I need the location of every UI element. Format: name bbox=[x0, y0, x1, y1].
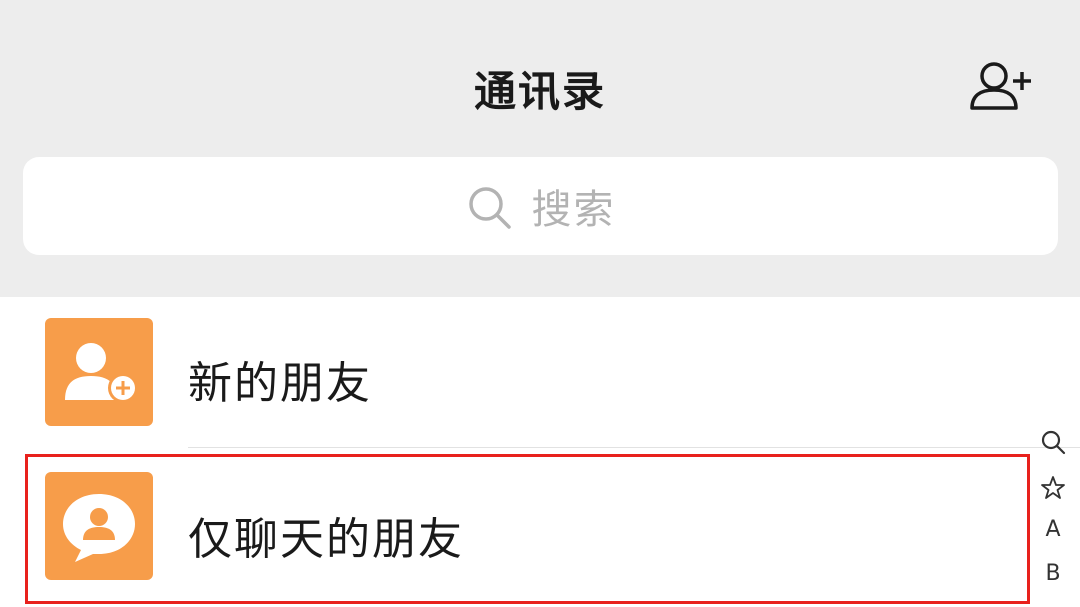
chat-only-friend-icon bbox=[45, 472, 153, 580]
list-item-label: 新的朋友 bbox=[188, 358, 372, 409]
index-letter-a[interactable]: A bbox=[1035, 517, 1071, 557]
search-placeholder: 搜索 bbox=[531, 187, 616, 233]
contacts-list: 新的朋友 仅聊天的朋友 bbox=[0, 297, 1080, 607]
add-contact-button[interactable] bbox=[966, 56, 1038, 120]
page-title: 通讯录 bbox=[473, 67, 606, 116]
search-icon bbox=[468, 187, 511, 229]
index-letter-b[interactable]: B bbox=[1035, 561, 1071, 601]
search-icon bbox=[1041, 430, 1066, 455]
index-star[interactable] bbox=[1035, 471, 1071, 511]
new-friend-icon bbox=[45, 318, 153, 426]
list-item-new-friends[interactable]: 新的朋友 bbox=[0, 297, 1080, 452]
search-inner: 搜索 bbox=[23, 157, 1058, 255]
divider bbox=[188, 447, 1080, 448]
index-search[interactable] bbox=[1035, 425, 1071, 465]
header: 通讯录 搜索 bbox=[0, 0, 1080, 297]
contacts-screen: 通讯录 搜索 新的朋友 仅聊天的朋友 A B bbox=[0, 0, 1080, 607]
list-item-chat-only-friends[interactable]: 仅聊天的朋友 bbox=[0, 455, 1030, 607]
list-item-label: 仅聊天的朋友 bbox=[188, 514, 464, 565]
add-contact-icon bbox=[970, 62, 1031, 110]
search-input[interactable]: 搜索 bbox=[23, 157, 1058, 255]
index-bar[interactable]: A B bbox=[1035, 425, 1071, 600]
star-icon bbox=[1041, 476, 1065, 499]
